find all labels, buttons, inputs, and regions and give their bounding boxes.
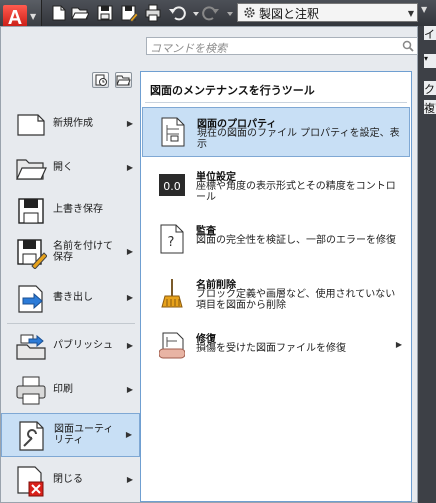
menu-item-save-as[interactable]: 名前を付けて 保存 ▶ bbox=[1, 231, 140, 275]
plot-icon[interactable] bbox=[144, 4, 162, 22]
application-menu-left-column: 新規作成 ▶ 開く ▶ 上書き保存 名前を付けて 保存 ▶ 書き出し ▶ パブリ… bbox=[1, 71, 141, 503]
chevron-right-icon: ▶ bbox=[126, 341, 133, 350]
search-placeholder: コマンドを検索 bbox=[150, 42, 227, 55]
undo-dropdown-icon[interactable] bbox=[187, 4, 199, 22]
menu-item-label: 名前を付けて 保存 bbox=[53, 241, 113, 263]
audit-icon: ? bbox=[159, 224, 185, 254]
background-text: イ bbox=[424, 26, 436, 40]
menu-item-label: 書き出し bbox=[53, 292, 93, 303]
new-document-icon bbox=[15, 109, 47, 141]
publish-icon bbox=[15, 331, 47, 363]
save-as-icon[interactable] bbox=[120, 4, 139, 23]
submenu-item-description: 図面の完全性を検証し、一部のエラーを修復 bbox=[196, 235, 396, 246]
background-text: 複写 bbox=[424, 100, 436, 114]
submenu-item-description: 損傷を受けた図面ファイルを修復 bbox=[196, 343, 346, 354]
chevron-right-icon: ▶ bbox=[126, 475, 133, 484]
menu-item-label: 上書き保存 bbox=[53, 204, 103, 215]
recover-icon bbox=[158, 332, 186, 362]
redo-icon[interactable] bbox=[202, 4, 220, 22]
workspace-value: 製図と注釈 bbox=[259, 7, 320, 21]
menu-item-label: 印刷 bbox=[53, 384, 73, 395]
save-as-icon bbox=[15, 237, 48, 270]
menu-separator bbox=[7, 323, 135, 324]
submenu-item-description: ブロック定義や画層など、使用されていない項目を図面から削除 bbox=[196, 289, 396, 311]
drawing-properties-icon bbox=[160, 117, 186, 147]
application-menu: コマンドを検索 新規作成 ▶ 開く ▶ 上書き保存 名前を付けて 保存 ▶ 書き… bbox=[0, 26, 418, 503]
submenu-item-description: 座標や角度の表示形式とその精度をコントロール bbox=[196, 181, 396, 203]
search-icon bbox=[402, 40, 414, 52]
menu-item-label: 開く bbox=[53, 162, 73, 173]
chevron-down-icon: ▼ bbox=[30, 12, 37, 21]
submenu-item-audit[interactable]: ? 監査 図面の完全性を検証し、一部のエラーを修復 bbox=[142, 215, 410, 265]
menu-item-label: 図面ユーティ リティ bbox=[54, 424, 114, 446]
workspace-dropdown[interactable]: 製図と注釈 ▼ bbox=[237, 3, 418, 22]
undo-icon[interactable] bbox=[168, 4, 186, 22]
chevron-right-icon: ▶ bbox=[395, 340, 402, 349]
chevron-right-icon: ▶ bbox=[126, 247, 133, 256]
menu-item-label: パブリッシュ bbox=[53, 340, 113, 351]
submenu-item-drawing-properties[interactable]: 図面のプロパティ 現在の図面のファイル プロパティを設定、表示 bbox=[142, 107, 410, 157]
chevron-right-icon: ▶ bbox=[125, 430, 132, 439]
drawing-utilities-icon bbox=[16, 420, 48, 452]
background-text: ▾ bbox=[424, 54, 436, 68]
save-icon bbox=[15, 195, 47, 227]
printer-icon bbox=[15, 375, 47, 407]
open-folder-icon bbox=[15, 153, 47, 185]
background-text: ク bbox=[424, 81, 436, 95]
chevron-right-icon: ▶ bbox=[126, 119, 133, 128]
menu-item-new[interactable]: 新規作成 ▶ bbox=[1, 103, 140, 147]
units-icon: 0.0 bbox=[159, 170, 185, 200]
new-icon[interactable] bbox=[50, 4, 68, 22]
close-document-icon bbox=[15, 465, 47, 497]
save-icon[interactable] bbox=[96, 4, 114, 22]
quick-access-toolbar: A ▼ 製図と注釈 ▼ ▼ bbox=[0, 0, 436, 40]
command-search-input[interactable]: コマンドを検索 bbox=[146, 37, 418, 55]
menu-item-close[interactable]: 閉じる ▶ bbox=[1, 459, 140, 503]
open-icon[interactable] bbox=[71, 4, 90, 22]
chevron-right-icon: ▶ bbox=[126, 293, 133, 302]
units-icon-text: 0.0 bbox=[163, 180, 181, 193]
drawing-utilities-panel: 図面のメンテナンスを行うツール 図面のプロパティ 現在の図面のファイル プロパテ… bbox=[140, 71, 412, 502]
menu-item-open[interactable]: 開く ▶ bbox=[1, 147, 140, 191]
audit-icon-text: ? bbox=[168, 235, 175, 250]
menu-item-save[interactable]: 上書き保存 bbox=[1, 189, 140, 233]
menu-item-print[interactable]: 印刷 ▶ bbox=[1, 369, 140, 413]
submenu-item-description: 現在の図面のファイル プロパティを設定、表示 bbox=[197, 128, 400, 150]
chevron-down-icon: ▼ bbox=[407, 9, 414, 18]
submenu-item-recover[interactable]: 修復 損傷を受けた図面ファイルを修復 ▶ bbox=[142, 323, 410, 373]
submenu-item-units[interactable]: 0.0 単位設定 座標や角度の表示形式とその精度をコントロール bbox=[142, 161, 410, 211]
broom-icon bbox=[159, 278, 185, 308]
menu-item-drawing-utilities[interactable]: 図面ユーティ リティ ▶ bbox=[1, 413, 140, 457]
gear-icon bbox=[242, 5, 257, 20]
submenu-item-purge[interactable]: 名前削除 ブロック定義や画層など、使用されていない項目を図面から削除 bbox=[142, 269, 410, 319]
redo-dropdown-icon[interactable] bbox=[221, 4, 233, 22]
menu-item-publish[interactable]: パブリッシュ ▶ bbox=[1, 325, 140, 369]
menu-item-export[interactable]: 書き出し ▶ bbox=[1, 277, 140, 321]
menu-item-label: 新規作成 bbox=[53, 118, 93, 129]
panel-divider bbox=[145, 102, 407, 103]
menu-item-label: 閉じる bbox=[53, 474, 83, 485]
panel-title: 図面のメンテナンスを行うツール bbox=[150, 84, 315, 97]
chevron-right-icon: ▶ bbox=[126, 385, 133, 394]
chevron-right-icon: ▶ bbox=[126, 163, 133, 172]
customize-qat-icon[interactable]: ▼ bbox=[421, 5, 427, 14]
export-icon bbox=[15, 283, 47, 315]
